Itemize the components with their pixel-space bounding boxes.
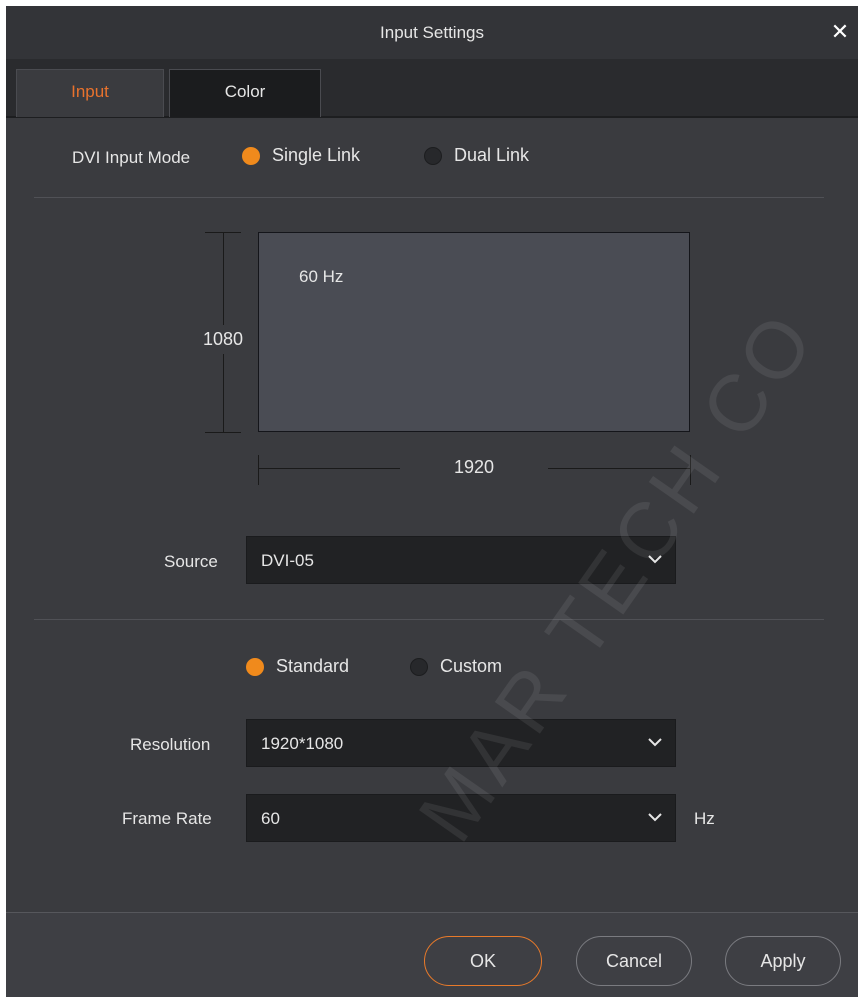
divider <box>34 619 824 620</box>
custom-label: Custom <box>440 656 503 676</box>
dialog-footer: OK Cancel Apply <box>6 913 858 997</box>
radio-selected-icon <box>246 657 264 676</box>
dual-link-label: Dual Link <box>454 145 530 165</box>
radio-unselected-icon <box>424 146 442 165</box>
height-dimension-cap-bottom <box>205 432 241 433</box>
custom-radio[interactable]: Custom <box>410 656 502 677</box>
height-value: 1080 <box>203 325 244 354</box>
radio-selected-icon <box>242 146 260 165</box>
chevron-down-icon <box>648 738 662 747</box>
radio-unselected-icon <box>410 657 428 676</box>
input-settings-dialog: Input Settings ✕ Input Color DVI Input M… <box>6 6 858 997</box>
frame-rate-select[interactable]: 60 <box>246 794 676 842</box>
cancel-button[interactable]: Cancel <box>576 936 692 986</box>
dual-link-radio[interactable]: Dual Link <box>424 145 529 166</box>
width-dimension-cap-right <box>690 455 691 485</box>
resolution-preview: 60 Hz <box>258 232 690 432</box>
resolution-select[interactable]: 1920*1080 <box>246 719 676 767</box>
tab-input[interactable]: Input <box>16 69 164 117</box>
chevron-down-icon <box>648 813 662 822</box>
standard-radio[interactable]: Standard <box>246 656 349 677</box>
close-icon[interactable]: ✕ <box>826 18 854 46</box>
refresh-rate-text: 60 Hz <box>299 267 344 286</box>
frame-rate-value: 60 <box>261 809 280 828</box>
height-dimension-cap-top <box>205 232 241 233</box>
dialog-title: Input Settings <box>380 23 484 42</box>
frame-rate-label: Frame Rate <box>122 809 212 828</box>
width-dimension-cap-left <box>258 455 259 485</box>
source-select[interactable]: DVI-05 <box>246 536 676 584</box>
chevron-down-icon <box>648 555 662 564</box>
resolution-value: 1920*1080 <box>261 734 344 753</box>
divider <box>34 197 824 198</box>
width-value: 1920 <box>400 457 548 478</box>
dvi-input-mode-label: DVI Input Mode <box>72 148 191 167</box>
standard-label: Standard <box>276 656 350 676</box>
tab-strip: Input Color <box>6 60 858 118</box>
frame-rate-unit: Hz <box>694 809 715 828</box>
source-label: Source <box>164 552 218 571</box>
resolution-label: Resolution <box>130 735 211 754</box>
source-value: DVI-05 <box>261 551 314 570</box>
single-link-radio[interactable]: Single Link <box>242 145 360 166</box>
tab-color[interactable]: Color <box>169 69 321 117</box>
title-bar: Input Settings ✕ <box>6 6 858 60</box>
single-link-label: Single Link <box>272 145 361 165</box>
ok-button[interactable]: OK <box>424 936 542 986</box>
apply-button[interactable]: Apply <box>725 936 841 986</box>
